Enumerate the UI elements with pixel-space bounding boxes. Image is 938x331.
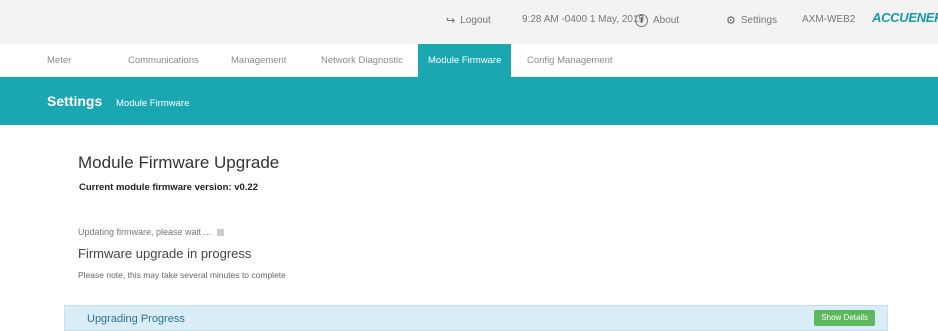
logout-icon: ↪ (446, 15, 456, 27)
page-title: Settings (47, 93, 103, 109)
logout-label: Logout (460, 15, 491, 26)
panel-title: Upgrading Progress (87, 313, 185, 325)
page-subtitle: Module Firmware (116, 98, 190, 109)
tab-config-management[interactable]: Config Management (527, 44, 613, 77)
progress-note: Please note, this may take several minut… (78, 270, 286, 280)
page-title-band: Settings Module Firmware (0, 77, 938, 125)
main-tabs: Meter Communications Management Network … (0, 44, 938, 77)
upgrading-progress-panel: Upgrading Progress Show Details (64, 305, 888, 331)
current-version: Current module firmware version: v0.22 (79, 182, 258, 193)
logout-link[interactable]: ↪ Logout (446, 14, 491, 27)
brand-logo: ACCUENERGY (872, 10, 938, 25)
spinner-icon (217, 228, 225, 236)
about-label: About (653, 15, 680, 26)
device-name: AXM-WEB2 (802, 14, 856, 25)
tab-management[interactable]: Management (231, 44, 286, 77)
settings-label: Settings (740, 15, 778, 26)
tab-communications[interactable]: Communications (128, 44, 199, 77)
progress-heading: Firmware upgrade in progress (78, 246, 252, 261)
datetime-display: 9:28 AM -0400 1 May, 2019 (522, 14, 645, 25)
updating-status: Updating firmware, please wait ... (78, 227, 225, 237)
section-heading: Module Firmware Upgrade (78, 153, 280, 172)
tab-network-diagnostic[interactable]: Network Diagnostic (321, 44, 403, 77)
show-details-button[interactable]: Show Details (814, 310, 875, 326)
updating-text: Updating firmware, please wait ... (78, 227, 212, 237)
info-icon: i (635, 14, 648, 27)
about-link[interactable]: i About (635, 14, 679, 27)
top-header: ↪ Logout 9:28 AM -0400 1 May, 2019 i Abo… (0, 0, 938, 44)
tab-module-firmware[interactable]: Module Firmware (418, 44, 512, 77)
settings-link[interactable]: ⚙ Settings (726, 14, 777, 27)
gear-icon: ⚙ (726, 15, 736, 27)
tab-meter[interactable]: Meter (47, 44, 71, 77)
main-content: Module Firmware Upgrade Current module f… (0, 125, 938, 331)
